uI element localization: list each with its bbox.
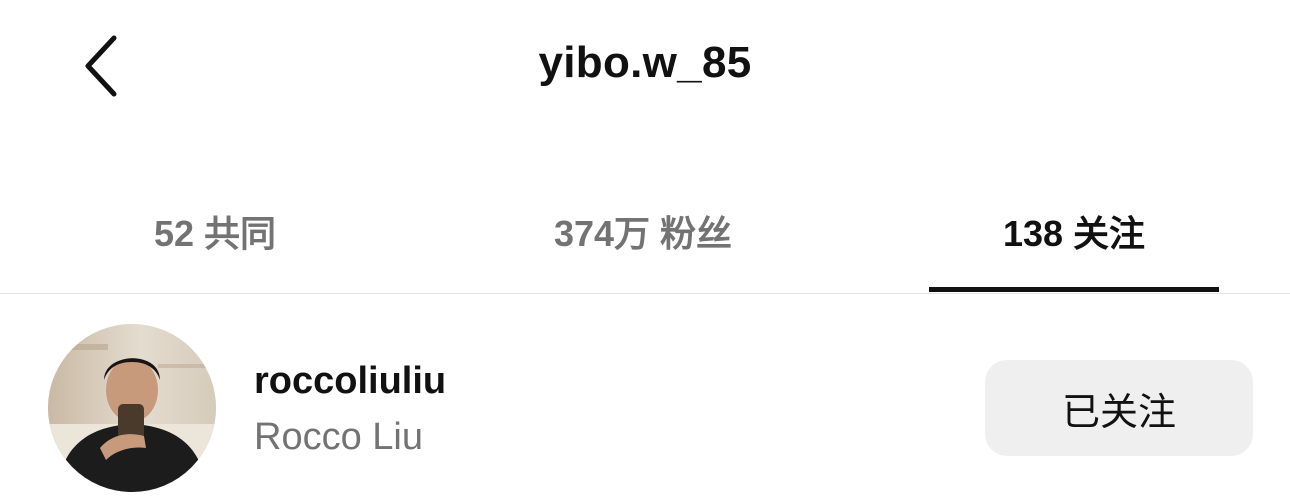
active-tab-indicator xyxy=(929,287,1219,292)
tab-following[interactable]: 138 关注 xyxy=(929,185,1219,277)
list-item[interactable]: roccoliuliu Rocco Liu 已关注 xyxy=(0,318,1290,498)
top-bar: yibo.w_85 xyxy=(0,0,1290,140)
tab-bar: 52 共同 374万 粉丝 138 关注 xyxy=(0,185,1290,293)
divider xyxy=(0,293,1290,294)
following-button[interactable]: 已关注 xyxy=(985,360,1253,456)
full-name: Rocco Liu xyxy=(254,416,423,458)
username[interactable]: roccoliuliu xyxy=(254,360,446,403)
tab-followers[interactable]: 374万 粉丝 xyxy=(498,185,788,277)
page-title: yibo.w_85 xyxy=(538,38,752,87)
avatar-image xyxy=(48,324,216,492)
tab-mutual[interactable]: 52 共同 xyxy=(70,185,360,277)
avatar[interactable] xyxy=(48,324,216,492)
